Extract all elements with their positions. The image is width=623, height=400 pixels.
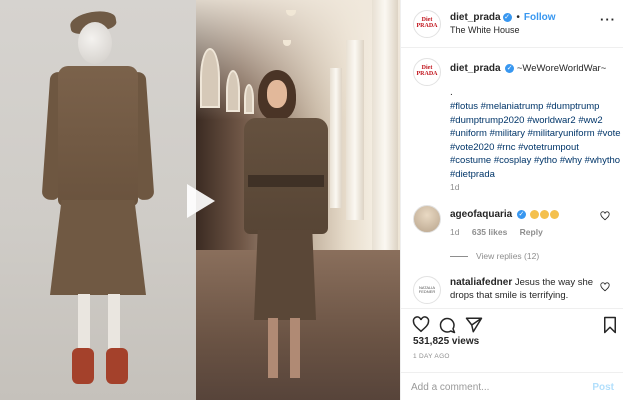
caption-hashtags[interactable]: #flotus #melaniatrump #dumptrump #dumptr… [450,100,622,181]
red-shoe-left [72,348,94,384]
more-options-icon[interactable]: ··· [600,12,616,27]
emoji-icon [549,209,559,219]
caption-text: ~WeWoreWorldWar~ [516,63,607,74]
header-user-line: diet_prada ✓ • Follow [450,12,556,23]
mannequin-leg-left [78,294,90,350]
comment-like-heart-icon[interactable] [600,211,610,221]
verified-badge-icon: ✓ [502,12,512,22]
column [372,0,398,250]
avatar-logo-text: Diet PRADA [416,65,438,77]
red-shoe-right [106,348,128,384]
window-arch [244,84,254,114]
uniform-skirt [50,200,146,295]
post-header: Diet PRADA diet_prada ✓ • Follow The White… [401,0,623,48]
uniform-jacket [58,66,138,206]
post-side-panel: Diet PRADA diet_prada ✓ • Follow The White… [400,0,623,400]
caption-time: 1d [450,182,460,192]
comment-time: 1d [450,227,460,237]
reply-button[interactable]: Reply [520,227,543,237]
mannequin-head [78,22,112,64]
comment-meta: 1d 635 likes Reply [450,227,553,237]
play-icon[interactable] [175,178,221,224]
action-bar [401,308,623,338]
window-arch [200,48,220,108]
commenter-avatar[interactable]: NATALIA FEDNER [413,276,441,304]
caption-first-line: diet_prada ✓ ~WeWoreWorldWar~ [450,63,618,74]
mannequin-leg-right [108,294,120,350]
comment-body: ageofaquaria ✓ [450,208,600,221]
column [330,68,342,208]
view-replies-label: View replies (12) [476,251,540,261]
profile-avatar[interactable]: Diet PRADA [413,10,441,38]
woman-skirt [254,230,316,320]
woman-face [267,80,287,108]
view-replies-button[interactable]: View replies (12) [450,251,539,261]
post-comment-button[interactable]: Post [592,382,614,393]
caption-avatar[interactable]: Diet PRADA [413,58,441,86]
comment-likes[interactable]: 635 likes [472,227,507,237]
post-media[interactable] [0,0,400,400]
comment-bubble-icon[interactable] [438,316,456,334]
replies-dash [450,256,468,258]
location-link[interactable]: The White House [450,25,520,35]
verified-badge-icon: ✓ [505,63,515,73]
post-date: 1 DAY AGO [413,353,450,360]
avatar-logo-text: NATALIA FEDNER [418,284,436,294]
comment-input[interactable] [411,379,581,395]
caption-dot: . [450,87,453,98]
verified-badge-icon: ✓ [516,209,526,219]
comment-body: nataliafedner Jesus the way she drops th… [450,276,600,302]
comment-username[interactable]: nataliafedner [450,277,512,288]
view-count[interactable]: 531,825 views [413,336,479,347]
follow-button[interactable]: Follow [524,12,556,23]
window-arch [226,70,240,112]
add-comment-bar: Post [401,372,623,400]
separator-dot: • [513,12,520,23]
column [346,40,364,220]
header-username[interactable]: diet_prada [450,12,501,23]
like-heart-icon[interactable] [412,316,430,333]
woman-belt [248,175,324,187]
share-paper-plane-icon[interactable] [465,316,483,334]
comment-like-heart-icon[interactable] [600,282,610,292]
comment-username[interactable]: ageofaquaria [450,209,512,220]
emoji-icon [529,209,539,219]
emoji-icon [539,209,549,219]
avatar-logo-text: Diet PRADA [416,17,438,29]
commenter-avatar[interactable] [413,205,441,233]
caption-username[interactable]: diet_prada [450,63,501,74]
bookmark-save-icon[interactable] [602,316,618,334]
woman-leg-left [268,318,278,378]
woman-leg-right [290,318,300,378]
